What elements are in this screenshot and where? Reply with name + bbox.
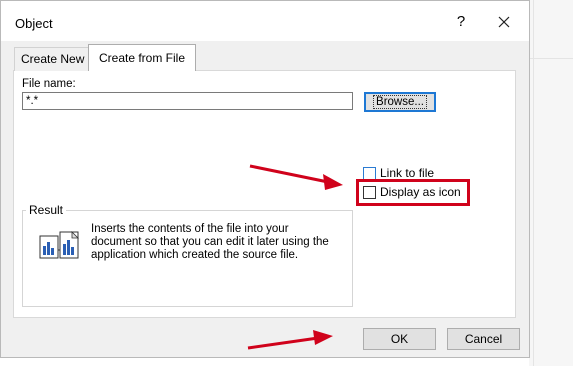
divider bbox=[529, 58, 573, 59]
display-as-icon-highlight bbox=[356, 179, 470, 206]
background-window-edge bbox=[529, 0, 573, 366]
link-to-file-label: Link to file bbox=[380, 166, 435, 180]
screenshot: Object ? Create New Create from File Fil… bbox=[0, 0, 573, 366]
file-name-input[interactable] bbox=[22, 92, 353, 110]
browse-button[interactable]: Browse... bbox=[364, 92, 436, 112]
tab-create-new[interactable]: Create New bbox=[14, 47, 92, 71]
tab-create-from-file[interactable]: Create from File bbox=[88, 44, 197, 71]
embedded-document-icon bbox=[38, 226, 84, 266]
divider bbox=[533, 0, 534, 366]
result-title: Result bbox=[26, 203, 67, 217]
close-icon[interactable] bbox=[493, 11, 515, 33]
file-name-label: File name: bbox=[22, 78, 76, 90]
browse-button-label: Browse... bbox=[373, 95, 427, 109]
result-description: Inserts the contents of the file into yo… bbox=[91, 223, 329, 261]
ok-button[interactable]: OK bbox=[363, 328, 436, 350]
help-button[interactable]: ? bbox=[450, 11, 472, 33]
title-bar: Object ? bbox=[1, 1, 529, 41]
cancel-button[interactable]: Cancel bbox=[447, 328, 520, 350]
checkbox-box[interactable] bbox=[363, 166, 376, 180]
dialog-title: Object bbox=[15, 16, 53, 31]
